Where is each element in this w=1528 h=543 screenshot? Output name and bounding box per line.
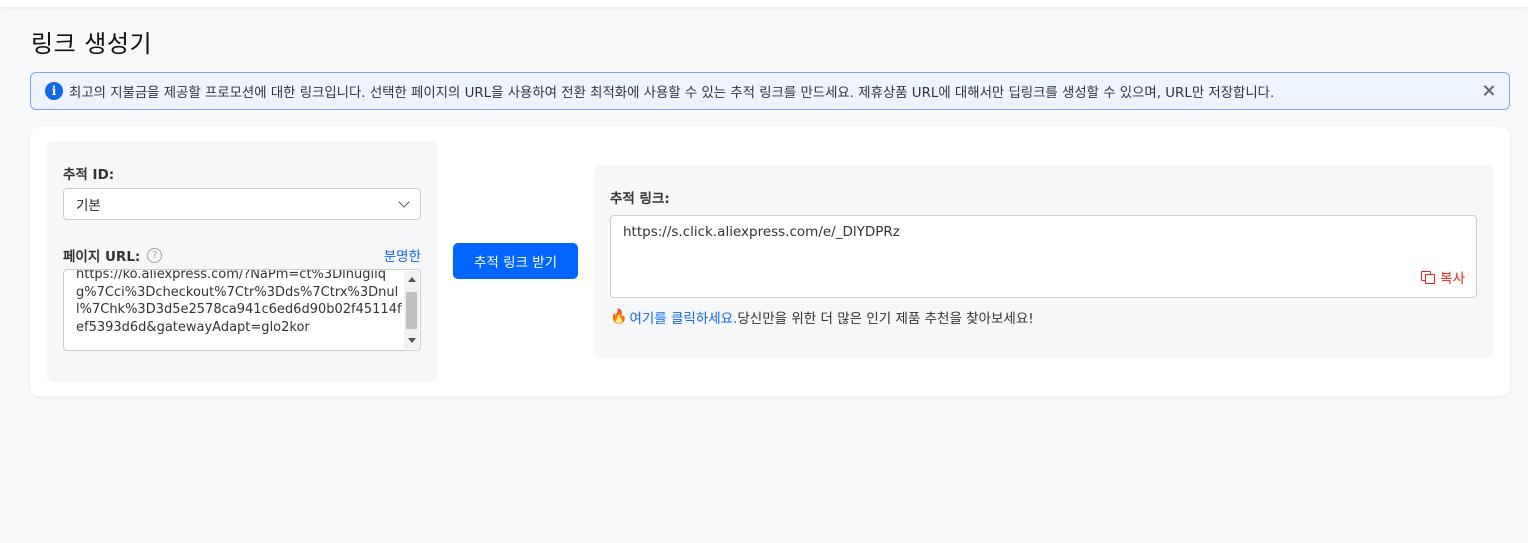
help-icon[interactable]: ?	[147, 247, 163, 263]
top-header-strip	[0, 0, 1528, 7]
scroll-up-arrow-icon[interactable]	[408, 277, 416, 282]
tracking-id-label: 추적 ID:	[63, 167, 115, 183]
get-tracking-link-button[interactable]: 추적 링크 받기	[453, 243, 578, 279]
copy-button[interactable]: 복사	[1421, 267, 1465, 287]
fire-icon: 🔥	[610, 309, 628, 325]
info-icon: i	[45, 82, 63, 100]
page-url-label-row: 페이지 URL: ?	[63, 245, 163, 265]
tracking-link-value: https://s.click.aliexpress.com/e/_DlYDPR…	[623, 224, 900, 240]
tracking-link-label: 추적 링크:	[610, 191, 670, 207]
textarea-scrollbar[interactable]	[404, 271, 419, 349]
page-url-textarea[interactable]: https://ko.aliexpress.com/?NaPm=ct%3Dlnu…	[63, 269, 421, 351]
scroll-thumb[interactable]	[406, 292, 417, 329]
chevron-down-icon	[398, 196, 410, 208]
page-title: 링크 생성기	[31, 30, 153, 58]
input-panel: 추적 ID: 기본 페이지 URL: ? 분명한 https://ko.alie…	[47, 141, 437, 382]
info-banner-text: 최고의 지불금을 제공할 프로모션에 대한 링크입니다. 선택한 페이지의 UR…	[69, 86, 1275, 101]
tracking-id-select[interactable]: 기본	[63, 188, 421, 220]
tracking-id-selected-value: 기본	[76, 198, 101, 214]
promo-line: 🔥 여기를 클릭하세요. 당신만을 위한 더 많은 인기 제품 추천을 찾아보세…	[610, 307, 1034, 327]
scroll-down-arrow-icon[interactable]	[408, 338, 416, 343]
copy-icon	[1421, 270, 1435, 284]
page-url-text: https://ko.aliexpress.com/?NaPm=ct%3Dlnu…	[76, 269, 402, 335]
promo-text: 당신만을 위한 더 많은 인기 제품 추천을 찾아보세요!	[737, 311, 1034, 327]
clear-link[interactable]: 분명한	[384, 245, 421, 265]
close-icon[interactable]	[1481, 83, 1497, 99]
copy-label: 복사	[1440, 271, 1465, 287]
tracking-link-output[interactable]: https://s.click.aliexpress.com/e/_DlYDPR…	[610, 215, 1477, 298]
page-url-label: 페이지 URL:	[63, 249, 141, 265]
promo-link[interactable]: 여기를 클릭하세요.	[629, 307, 737, 327]
result-panel: 추적 링크: https://s.click.aliexpress.com/e/…	[594, 165, 1493, 358]
info-banner: i 최고의 지불금을 제공할 프로모션에 대한 링크입니다. 선택한 페이지의 …	[30, 72, 1510, 110]
link-generator-card: 추적 ID: 기본 페이지 URL: ? 분명한 https://ko.alie…	[30, 127, 1510, 396]
